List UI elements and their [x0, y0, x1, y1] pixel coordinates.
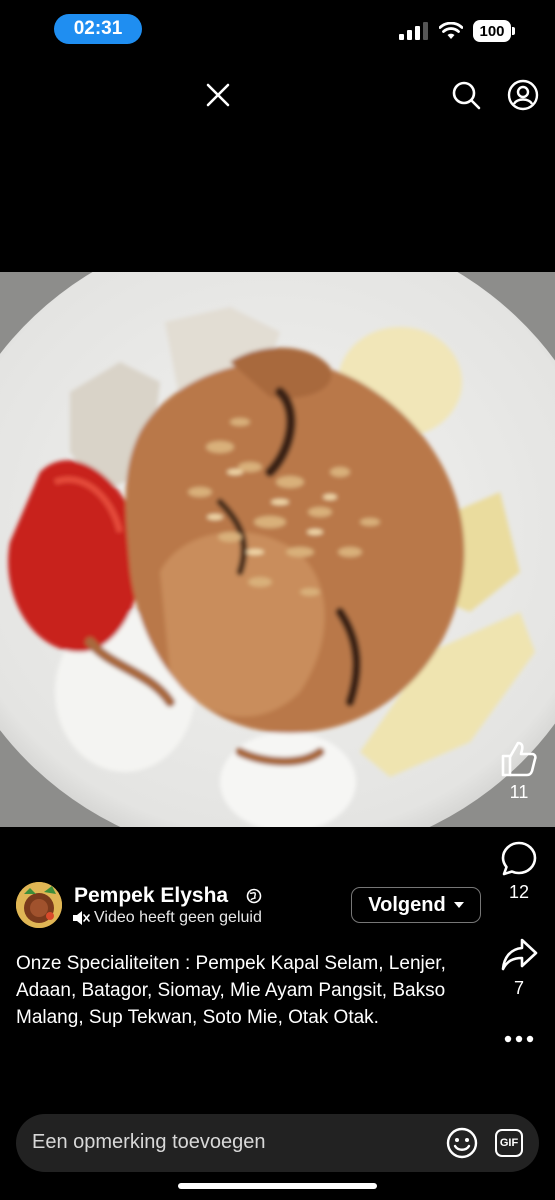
comment-input[interactable]: Een opmerking toevoegen GIF — [16, 1114, 539, 1172]
share-action[interactable]: 7 — [483, 936, 555, 999]
avatar-image — [16, 882, 62, 928]
top-nav — [0, 70, 555, 122]
follow-button-label: Volgend — [368, 893, 446, 916]
food-plate-image — [0, 272, 555, 827]
share-count: 7 — [513, 978, 524, 998]
status-bar: 02:31 100 — [0, 0, 555, 56]
profile-button[interactable] — [503, 75, 543, 115]
comment-count: 12 — [508, 882, 530, 902]
search-icon — [452, 81, 481, 110]
globe-icon — [246, 888, 262, 904]
post-photo[interactable] — [0, 272, 555, 827]
more-options-button[interactable] — [483, 1033, 555, 1045]
speaker-icon — [73, 911, 90, 925]
status-time: 02:31 — [54, 14, 142, 44]
emoji-icon — [446, 1127, 478, 1159]
post-caption: Onze Specialiteiten : Pempek Kapal Selam… — [16, 953, 446, 1028]
caret-down-icon — [453, 902, 464, 908]
comment-placeholder: Een opmerking toevoegen — [32, 1131, 266, 1153]
thumbs-up-icon — [501, 741, 537, 777]
profile-icon — [507, 79, 539, 111]
gif-button[interactable]: GIF — [489, 1123, 529, 1163]
like-action[interactable]: 11 — [483, 740, 555, 803]
sound-notice: Video heeft geen geluid — [72, 909, 262, 927]
gif-label: GIF — [499, 1137, 519, 1149]
more-icon — [504, 1035, 534, 1043]
comment-icon — [501, 841, 537, 876]
author-name[interactable]: Pempek Elysha — [74, 884, 228, 908]
search-button[interactable] — [446, 75, 486, 115]
battery-indicator: 100 — [473, 20, 515, 42]
status-icons: 100 — [399, 20, 515, 42]
follow-button[interactable]: Volgend — [351, 887, 481, 923]
sound-notice-text: Video heeft geen geluid — [94, 909, 262, 926]
emoji-button[interactable] — [442, 1123, 482, 1163]
signal-icon — [399, 22, 428, 40]
gif-icon: GIF — [495, 1129, 523, 1157]
home-indicator — [178, 1183, 377, 1189]
close-icon — [206, 83, 230, 107]
close-button[interactable] — [198, 75, 238, 115]
wifi-icon — [439, 22, 463, 39]
comment-action[interactable]: 12 — [483, 840, 555, 903]
share-icon — [501, 938, 538, 971]
avatar[interactable] — [16, 882, 62, 928]
like-count: 11 — [509, 782, 529, 802]
